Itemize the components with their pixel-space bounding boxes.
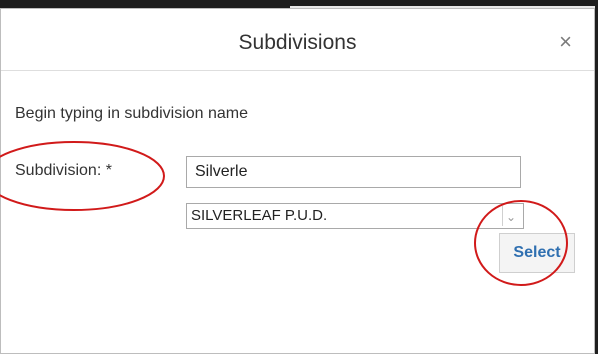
subdivisions-dialog: Subdivisions × Begin typing in subdivisi… <box>0 8 595 354</box>
subdivision-select[interactable]: SILVERLEAF P.U.D. ⌄ <box>186 203 524 229</box>
close-icon[interactable]: × <box>559 31 572 53</box>
selected-option: SILVERLEAF P.U.D. <box>191 207 328 224</box>
select-button[interactable]: Select <box>499 233 575 273</box>
instruction-text: Begin typing in subdivision name <box>15 105 249 122</box>
chevron-down-icon[interactable]: ⌄ <box>502 206 519 226</box>
subdivision-input[interactable] <box>186 156 521 188</box>
dialog-title: Subdivisions <box>238 31 357 54</box>
subdivision-label: Subdivision: * <box>15 162 112 179</box>
dialog-header: Subdivisions × <box>1 9 594 71</box>
